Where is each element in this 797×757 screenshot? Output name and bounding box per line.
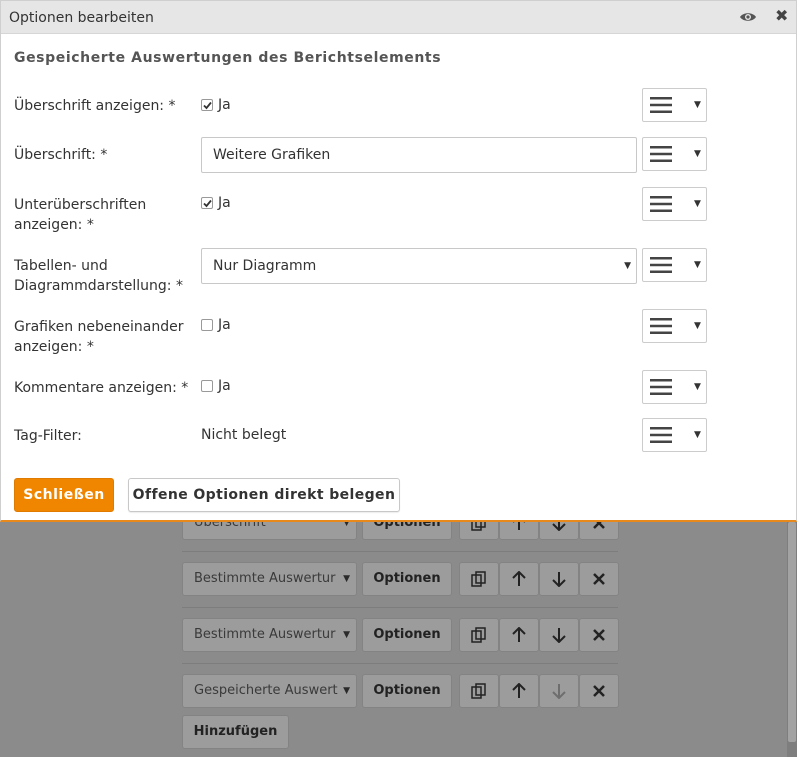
bg-options-button[interactable]: Optionen	[362, 562, 452, 596]
field-label-show-comments: Kommentare anzeigen: *	[14, 380, 189, 396]
hamburger-menu-icon	[650, 97, 672, 113]
bg-move-up-button[interactable]	[499, 618, 539, 652]
bg-copy-button[interactable]	[459, 618, 499, 652]
chevron-down-icon: ▼	[694, 430, 701, 440]
chevron-down-icon: ▼	[694, 149, 701, 159]
bg-delete-button[interactable]	[579, 562, 619, 596]
bg-row-3: Bestimmte Auswertur ▼ Optionen	[182, 618, 619, 654]
arrow-up-icon	[512, 627, 526, 642]
heading-input[interactable]	[201, 137, 637, 173]
tag-filter-value: Nicht belegt	[201, 427, 287, 443]
close-icon	[593, 573, 605, 585]
checkbox-show-subheadings[interactable]	[201, 197, 213, 209]
hamburger-menu-icon	[650, 196, 672, 212]
scrollbar-thumb[interactable]	[788, 522, 796, 742]
hamburger-menu-icon	[650, 146, 672, 162]
bg-move-down-button[interactable]	[539, 618, 579, 652]
display-mode-select[interactable]: Nur Diagramm ▼	[201, 248, 637, 284]
chevron-down-icon: ▼	[694, 260, 701, 270]
chevron-down-icon: ▼	[694, 321, 701, 331]
bg-delete-button[interactable]	[579, 674, 619, 708]
bg-move-up-button[interactable]	[499, 562, 539, 596]
bg-element-select[interactable]: Bestimmte Auswertur ▼	[182, 618, 357, 652]
close-icon[interactable]: ✖	[775, 8, 793, 24]
arrow-down-icon	[552, 684, 566, 699]
assign-open-options-button[interactable]: Offene Optionen direkt belegen	[128, 478, 400, 512]
checkbox-label: Ja	[218, 317, 231, 333]
field-label-heading: Überschrift: *	[14, 147, 108, 163]
checkbox-label: Ja	[218, 195, 231, 211]
chevron-down-icon: ▼	[343, 574, 350, 584]
eye-icon[interactable]	[739, 9, 757, 25]
chevron-down-icon: ▼	[343, 686, 350, 696]
field-label-tag-filter: Tag-Filter:	[14, 428, 82, 444]
bg-row-2: Bestimmte Auswertur ▼ Optionen	[182, 562, 619, 598]
bg-copy-button[interactable]	[459, 562, 499, 596]
bg-row-4: Gespeicherte Auswert ▼ Optionen	[182, 674, 619, 710]
divider	[182, 607, 618, 608]
checkbox-show-heading[interactable]	[201, 99, 213, 111]
checkbox-label: Ja	[218, 378, 231, 394]
hamburger-menu-icon	[650, 379, 672, 395]
scrollbar[interactable]	[787, 522, 797, 757]
field-label-display-mode: Tabellen- und Diagrammdarstellung: *	[14, 258, 183, 294]
checkmark-icon	[203, 101, 212, 110]
divider	[182, 551, 618, 552]
bg-move-down-button[interactable]	[539, 674, 579, 708]
bg-options-button[interactable]: Optionen	[362, 618, 452, 652]
field-menu-button[interactable]: ▼	[642, 309, 707, 343]
checkbox-label: Ja	[218, 97, 231, 113]
chevron-down-icon: ▼	[694, 199, 701, 209]
field-label-show-subheadings: Unterüberschriften anzeigen: *	[14, 197, 147, 233]
arrow-down-icon	[552, 572, 566, 587]
field-label-show-heading: Überschrift anzeigen: *	[14, 98, 176, 114]
field-menu-button[interactable]: ▼	[642, 370, 707, 404]
checkbox-side-by-side[interactable]	[201, 319, 213, 331]
hamburger-menu-icon	[650, 427, 672, 443]
field-label-side-by-side: Grafiken nebeneinander anzeigen: *	[14, 319, 184, 355]
copy-icon	[471, 571, 486, 587]
bg-element-select[interactable]: Gespeicherte Auswert ▼	[182, 674, 357, 708]
field-menu-button[interactable]: ▼	[642, 187, 707, 221]
chevron-down-icon: ▼	[624, 261, 631, 271]
hamburger-menu-icon	[650, 318, 672, 334]
bg-element-select[interactable]: Bestimmte Auswertur ▼	[182, 562, 357, 596]
select-value: Nur Diagramm	[213, 258, 317, 274]
chevron-down-icon: ▼	[694, 382, 701, 392]
chevron-down-icon: ▼	[694, 100, 701, 110]
field-menu-button[interactable]: ▼	[642, 137, 707, 171]
checkbox-show-comments[interactable]	[201, 380, 213, 392]
dialog-title: Optionen bearbeiten	[9, 10, 154, 26]
options-dialog: Optionen bearbeiten ✖ Gespeicherte Auswe…	[0, 0, 797, 522]
arrow-up-icon	[512, 683, 526, 698]
divider	[182, 663, 618, 664]
copy-icon	[471, 627, 486, 643]
hamburger-menu-icon	[650, 257, 672, 273]
field-menu-button[interactable]: ▼	[642, 248, 707, 282]
bg-options-button[interactable]: Optionen	[362, 674, 452, 708]
bg-move-up-button[interactable]	[499, 674, 539, 708]
chevron-down-icon: ▼	[343, 630, 350, 640]
close-button[interactable]: Schließen	[14, 478, 114, 512]
close-icon	[593, 629, 605, 641]
bg-delete-button[interactable]	[579, 618, 619, 652]
arrow-down-icon	[552, 628, 566, 643]
close-icon	[593, 685, 605, 697]
field-menu-button[interactable]: ▼	[642, 88, 707, 122]
bg-move-down-button[interactable]	[539, 562, 579, 596]
bg-copy-button[interactable]	[459, 674, 499, 708]
checkmark-icon	[203, 199, 212, 208]
field-menu-button[interactable]: ▼	[642, 418, 707, 452]
arrow-up-icon	[512, 571, 526, 586]
dialog-titlebar: Optionen bearbeiten ✖	[1, 1, 796, 34]
bg-add-button[interactable]: Hinzufügen	[182, 715, 289, 749]
copy-icon	[471, 683, 486, 699]
section-title: Gespeicherte Auswertungen des Berichtsel…	[14, 50, 442, 66]
